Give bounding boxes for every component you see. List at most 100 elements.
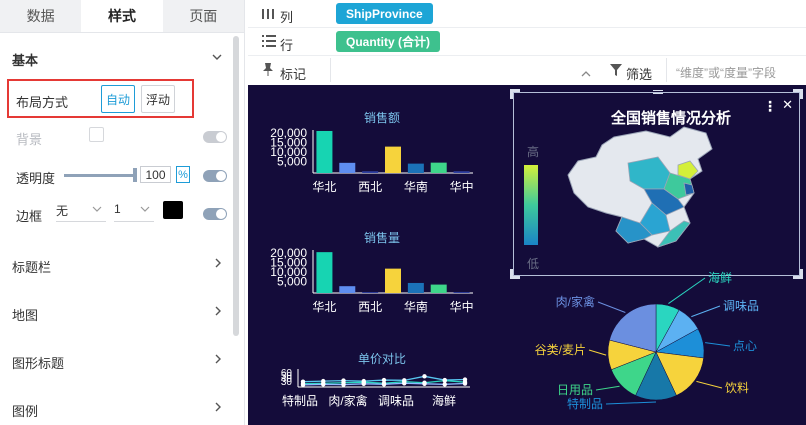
- filter-label[interactable]: 筛选: [626, 64, 652, 83]
- pie-leader-line: [668, 277, 706, 304]
- pie-label: 日用品: [557, 383, 593, 397]
- opacity-slider[interactable]: [64, 174, 136, 177]
- columns-shelf: 列 ShipProvince: [248, 0, 806, 28]
- pie-label: 调味品: [723, 299, 759, 313]
- section-map[interactable]: 地图: [12, 305, 38, 324]
- x-tick-label: 华北: [312, 300, 336, 314]
- x-tick-label: 华南: [404, 299, 428, 314]
- pie-label: 点心: [733, 339, 757, 353]
- bar: [339, 286, 356, 293]
- more-menu-icon[interactable]: ⋮: [763, 98, 777, 115]
- divider: [330, 58, 331, 82]
- resize-handle[interactable]: [793, 89, 803, 99]
- bar: [453, 171, 470, 173]
- layout-label: 布局方式: [16, 95, 69, 110]
- opacity-slider-handle[interactable]: [133, 168, 137, 182]
- columns-icon: [262, 6, 274, 23]
- filter-hint: “维度”或“度量”字段: [676, 66, 776, 80]
- data-point: [361, 381, 366, 386]
- data-point: [341, 382, 346, 387]
- tab-data[interactable]: 数据: [0, 0, 81, 32]
- pie-label: 谷类/麦片: [535, 343, 586, 357]
- rows-field-pill[interactable]: Quantity (合计): [336, 31, 440, 52]
- pie-label: 肉/家禽: [556, 294, 595, 309]
- data-point: [300, 382, 306, 388]
- section-basic[interactable]: 基本: [12, 50, 38, 69]
- border-style-select[interactable]: 无: [56, 200, 106, 222]
- pie-leader-line: [595, 385, 620, 391]
- drag-handle-icon[interactable]: [653, 90, 663, 94]
- section-chart-title[interactable]: 图形标题: [12, 353, 64, 372]
- data-point: [402, 381, 407, 386]
- caret-up-icon[interactable]: [581, 66, 591, 80]
- border-label: 边框: [16, 209, 43, 224]
- quantity-chart-title: 销售量: [363, 231, 400, 245]
- pie-leader-line: [705, 342, 731, 347]
- data-point: [422, 374, 427, 379]
- filter-icon[interactable]: [610, 64, 622, 79]
- data-point: [381, 382, 387, 387]
- section-legend[interactable]: 图例: [12, 401, 38, 420]
- pie-leader-line: [588, 349, 607, 356]
- chevron-down-icon: [92, 202, 102, 216]
- pin-icon: [262, 62, 274, 79]
- panel-tabs: 数据 样式 页面: [0, 0, 244, 33]
- layout-auto-button[interactable]: 自动: [101, 85, 135, 113]
- bar: [407, 282, 424, 293]
- chevron-right-icon[interactable]: [215, 257, 222, 271]
- layout-float-button[interactable]: 浮动: [141, 85, 175, 113]
- x-tick-label: 海鲜: [432, 393, 456, 408]
- x-tick-label: 调味品: [378, 394, 414, 408]
- opacity-toggle[interactable]: [203, 170, 227, 182]
- background-color-swatch[interactable]: [89, 127, 104, 142]
- chevron-down-icon: [140, 202, 150, 216]
- border-width-value: 1: [114, 202, 121, 216]
- sales-bar-chart: 20,00015,00010,0005,000华北 西北 华南 华中: [270, 126, 473, 194]
- opacity-label: 透明度: [16, 171, 56, 186]
- map-legend-high: 高: [527, 145, 540, 159]
- pie-label: 饮料: [725, 381, 749, 395]
- x-tick-label: 华北: [312, 180, 336, 194]
- category-pie-chart: 海鲜调味品点心饮料特制品日用品 谷类/麦片 肉/家禽: [535, 270, 759, 411]
- border-style-value: 无: [56, 204, 69, 218]
- marks-label: 标记: [280, 67, 307, 82]
- border-color-swatch[interactable]: [163, 201, 183, 219]
- border-toggle[interactable]: [203, 208, 227, 220]
- close-icon[interactable]: ✕: [782, 97, 793, 113]
- dashboard-canvas: 销售额 20,000 15,000 10,000 5,000 华北 西北 华南 华中 销售量 …: [248, 85, 806, 425]
- columns-field-pill[interactable]: ShipProvince: [336, 3, 433, 24]
- settings-panel: 数据 样式 页面 基本 布局方式 自动 浮动 背景 透明度 100 % 边框 无…: [0, 0, 245, 425]
- opacity-input[interactable]: 100: [140, 166, 171, 183]
- tab-style[interactable]: 样式: [81, 0, 163, 32]
- y-tick-label: 30: [281, 377, 293, 388]
- pie-label: 特制品: [567, 396, 603, 411]
- divider: [666, 58, 667, 82]
- border-width-select[interactable]: 1: [114, 200, 154, 222]
- china-map: [567, 126, 713, 248]
- quantity-bar-chart: 20,00015,00010,0005,000华北 西北 华南 华中: [270, 246, 474, 314]
- opacity-unit: %: [176, 166, 190, 183]
- map-chart-frame[interactable]: 全国销售情况分析 ⋮ ✕ 高 低: [510, 89, 803, 279]
- chevron-right-icon[interactable]: [215, 353, 222, 367]
- section-title-bar[interactable]: 标题栏: [12, 257, 51, 276]
- field-toolbar: 列 ShipProvince 行 Quantity (合计) 标记 筛选 “维度…: [248, 0, 806, 84]
- bar: [385, 146, 401, 173]
- bar: [407, 163, 424, 173]
- chevron-up-icon[interactable]: [212, 50, 222, 64]
- resize-handle[interactable]: [510, 89, 520, 99]
- x-tick-label: 西北: [358, 180, 382, 194]
- chevron-right-icon[interactable]: [215, 401, 222, 415]
- chevron-right-icon[interactable]: [215, 305, 222, 319]
- bar: [453, 292, 470, 293]
- background-toggle[interactable]: [203, 131, 227, 143]
- x-tick-label: 华南: [404, 179, 428, 194]
- data-point: [321, 382, 326, 387]
- pie-leader-line: [597, 301, 626, 313]
- panel-scrollbar[interactable]: [233, 36, 239, 336]
- rows-shelf: 行 Quantity (合计): [248, 28, 806, 56]
- bar: [316, 130, 333, 173]
- rows-label: 行: [280, 38, 294, 53]
- rows-icon: [262, 35, 276, 50]
- x-tick-label: 华中: [450, 299, 474, 314]
- tab-page[interactable]: 页面: [163, 0, 244, 32]
